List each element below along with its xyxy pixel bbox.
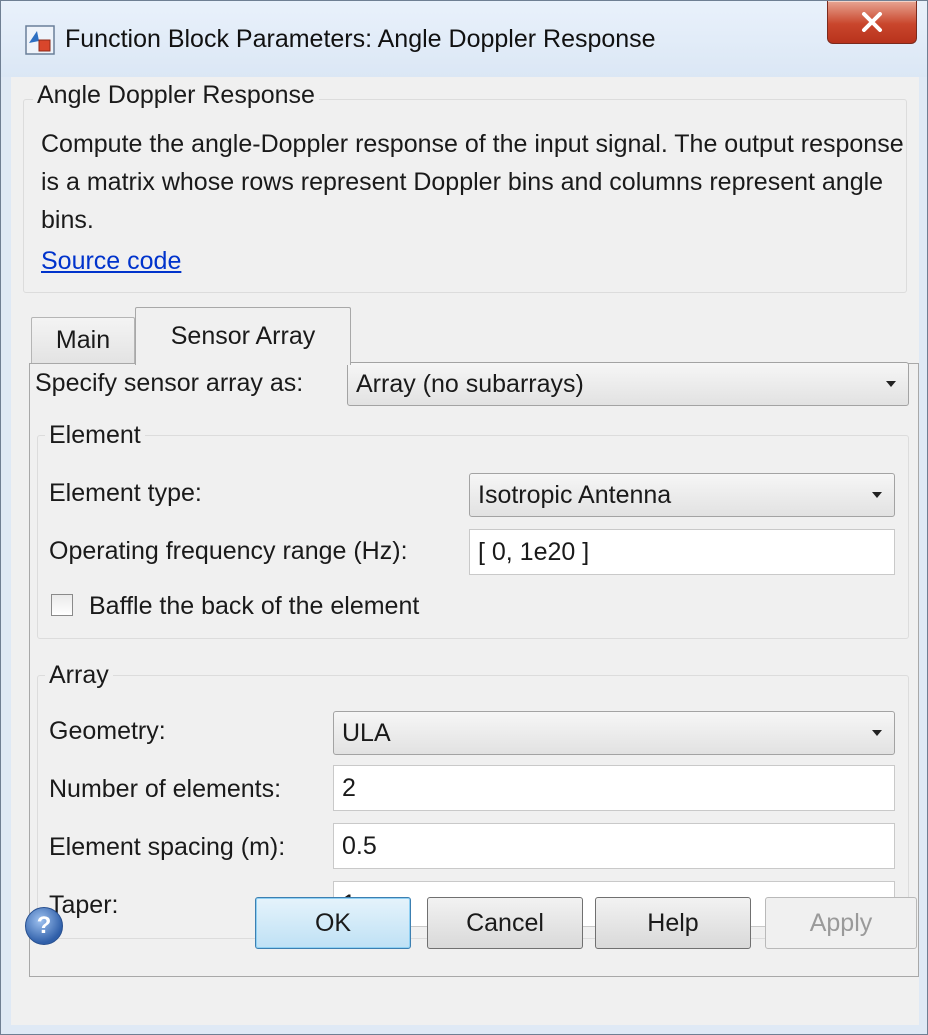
ok-button[interactable]: OK <box>255 897 411 949</box>
element-spacing-value: 0.5 <box>342 831 377 860</box>
element-spacing-field[interactable]: 0.5 <box>333 823 895 869</box>
specify-array-label: Specify sensor array as: <box>35 369 304 397</box>
specify-array-dropdown[interactable]: Array (no subarrays) <box>347 362 909 406</box>
tab-main-label: Main <box>55 326 111 354</box>
element-spacing-label: Element spacing (m): <box>49 833 286 861</box>
dialog-content: Angle Doppler Response Compute the angle… <box>11 77 919 1025</box>
chevron-down-icon <box>886 381 896 387</box>
simulink-block-icon <box>25 25 55 55</box>
element-type-label: Element type: <box>49 479 202 507</box>
element-type-dropdown[interactable]: Isotropic Antenna <box>469 473 895 517</box>
source-code-link[interactable]: Source code <box>41 247 181 276</box>
title-bar: Function Block Parameters: Angle Doppler… <box>1 1 927 77</box>
freq-range-label: Operating frequency range (Hz): <box>49 537 408 565</box>
tab-sensor-array[interactable]: Sensor Array <box>135 307 351 365</box>
close-icon <box>862 12 882 32</box>
close-button[interactable] <box>827 1 917 44</box>
element-type-value: Isotropic Antenna <box>478 480 672 509</box>
dialog-window: Function Block Parameters: Angle Doppler… <box>0 0 928 1035</box>
window-title: Function Block Parameters: Angle Doppler… <box>65 25 656 53</box>
geometry-label: Geometry: <box>49 717 166 745</box>
freq-range-field[interactable]: [ 0, 1e20 ] <box>469 529 895 575</box>
num-elements-field[interactable]: 2 <box>333 765 895 811</box>
block-name-legend: Angle Doppler Response <box>33 81 319 110</box>
specify-array-value: Array (no subarrays) <box>356 369 584 398</box>
help-icon[interactable]: ? <box>25 907 63 945</box>
geometry-dropdown[interactable]: ULA <box>333 711 895 755</box>
num-elements-label: Number of elements: <box>49 775 282 803</box>
tab-sensor-array-label: Sensor Array <box>170 322 316 350</box>
baffle-checkbox[interactable] <box>51 594 73 616</box>
cancel-button[interactable]: Cancel <box>427 897 583 949</box>
baffle-label: Baffle the back of the element <box>89 592 420 620</box>
chevron-down-icon <box>872 492 882 498</box>
apply-button[interactable]: Apply <box>765 897 917 949</box>
chevron-down-icon <box>872 730 882 736</box>
array-group-legend: Array <box>45 661 113 690</box>
tab-main[interactable]: Main <box>31 317 135 363</box>
freq-range-value: [ 0, 1e20 ] <box>478 537 590 566</box>
block-description: Compute the angle-Doppler response of th… <box>41 130 904 234</box>
help-button[interactable]: Help <box>595 897 751 949</box>
geometry-value: ULA <box>342 718 391 747</box>
element-group-legend: Element <box>45 421 145 450</box>
num-elements-value: 2 <box>342 773 356 802</box>
